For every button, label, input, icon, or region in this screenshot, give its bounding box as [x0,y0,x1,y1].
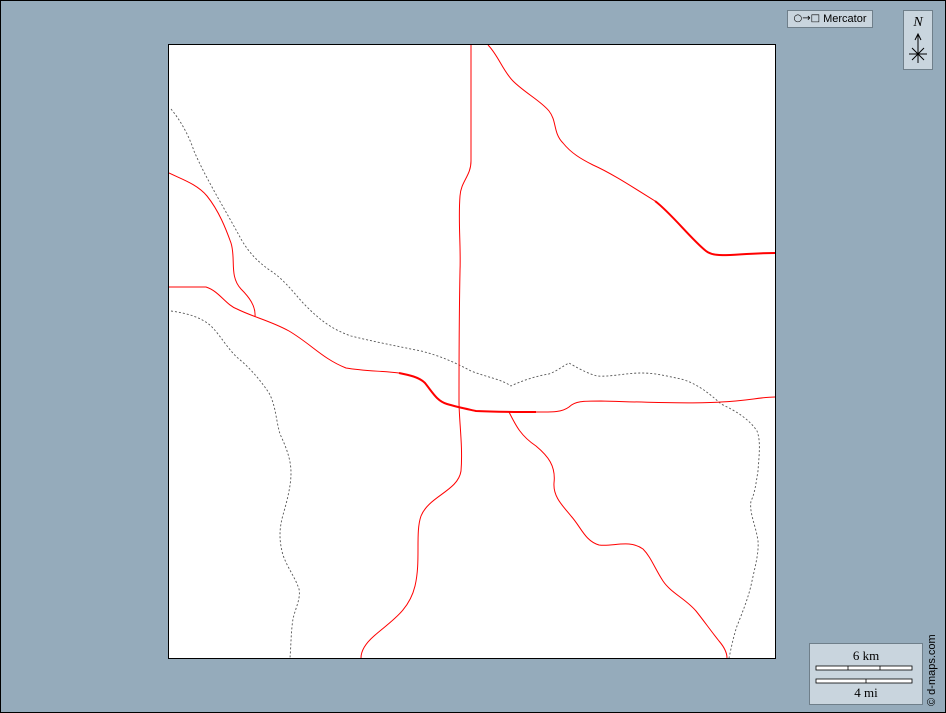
scale-imperial-label: 4 mi [854,685,878,700]
road-network [169,45,775,658]
border-southwest [170,310,300,658]
projection-label: Mercator [823,13,867,25]
road-west-main [169,286,400,374]
road-northeast-major [654,200,775,257]
road-east [535,396,775,413]
map-area[interactable] [168,44,776,659]
border-west [170,108,760,658]
north-arrow: N [903,10,933,70]
compass-rose-icon [909,32,927,63]
road-central-major [398,372,537,413]
road-west-upper [169,172,256,318]
credit-text: © d-maps.com [926,634,938,706]
map-canvas [169,45,775,658]
road-southeast [508,411,728,658]
scale-bar: 6 km 4 mi [809,643,923,705]
road-northeast [487,45,656,202]
administrative-border [170,108,760,658]
road-north-south [360,45,472,658]
projection-symbol: ○→□ [793,13,821,24]
projection-legend: ○→□ Mercator [787,10,873,28]
